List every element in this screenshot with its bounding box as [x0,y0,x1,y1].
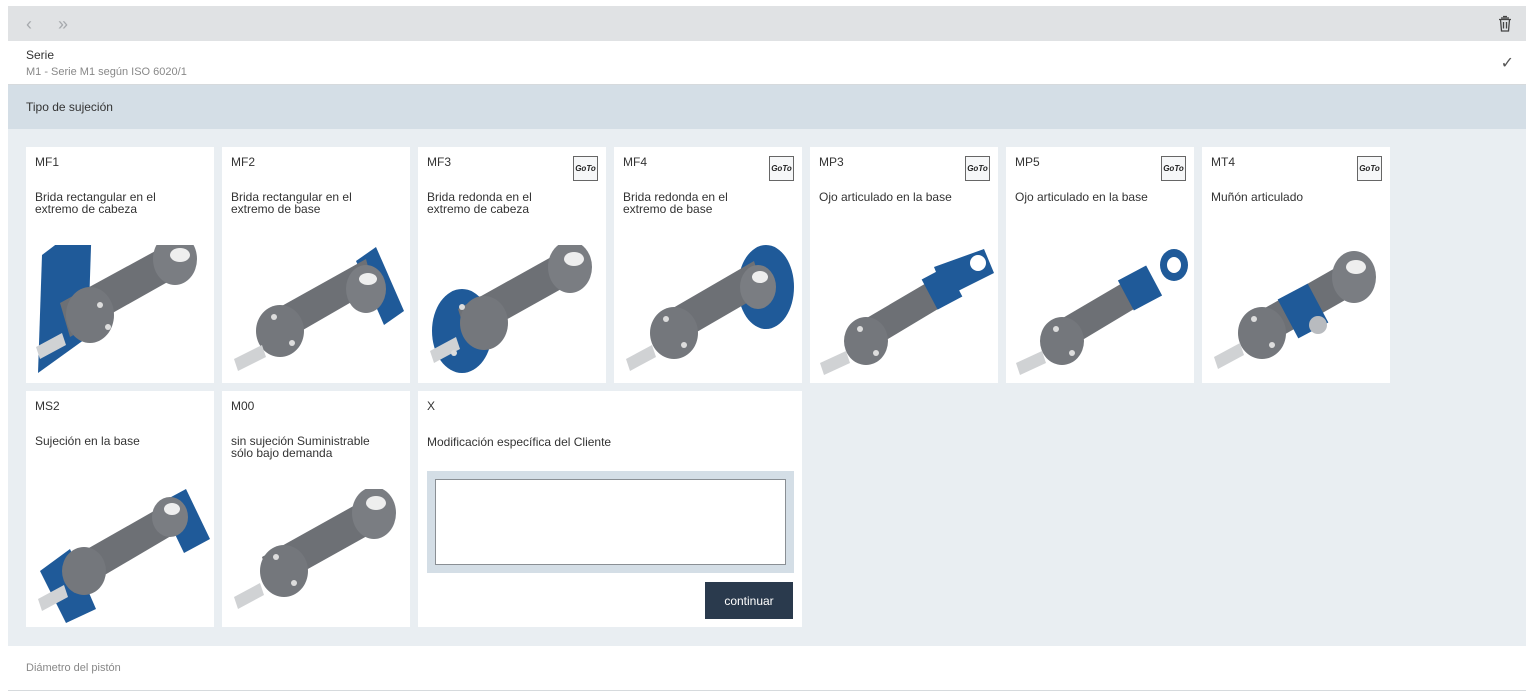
option-card-mf1[interactable]: MF1 Brida rectangular en el extremo de c… [26,147,214,383]
option-card-mf3[interactable]: MF3 GoTo Brida redonda en el extremo de … [418,147,606,383]
toolbar: ‹ » [8,6,1526,41]
option-description: Brida redonda en el extremo de cabeza [427,190,532,216]
serie-value: M1 - Serie M1 según ISO 6020/1 [26,65,187,78]
option-description: sin sujeción Suministrable sólo bajo dem… [231,434,370,460]
option-code: MF3 [427,155,451,169]
option-card-mf4[interactable]: MF4 GoTo Brida redonda en el extremo de … [614,147,802,383]
cylinder-image [430,245,592,373]
double-chevron-right-icon[interactable]: » [58,15,68,33]
textarea-frame [427,471,794,573]
option-card-mt4[interactable]: MT4 GoTo Muñón articulado [1202,147,1390,383]
goto-icon[interactable]: GoTo [573,156,598,181]
custom-modification-textarea[interactable] [435,479,786,565]
option-description: Brida redonda en el extremo de base [623,190,728,216]
option-description: Ojo articulado en la base [819,190,952,204]
option-code: X [427,399,436,413]
cylinder-image [820,249,994,375]
goto-icon[interactable]: GoTo [965,156,990,181]
trash-icon[interactable] [1496,15,1514,33]
option-code: MT4 [1211,155,1235,169]
custom-modification-card: X Modificación específica del Cliente co… [418,391,802,627]
cylinder-image [234,247,404,371]
cylinder-image [36,245,197,373]
cylinder-image [1016,249,1188,375]
option-code: M00 [231,399,255,413]
option-description: Ojo articulado en la base [1015,190,1148,204]
chevron-left-icon[interactable]: ‹ [26,15,32,33]
option-description: Brida rectangular en el extremo de base [231,190,352,216]
option-code: MP3 [819,155,844,169]
option-description: Modificación específica del Cliente [427,435,612,449]
option-card-mf2[interactable]: MF2 Brida rectangular en el extremo de b… [222,147,410,383]
serie-text: Serie M1 - Serie M1 según ISO 6020/1 [26,48,1501,78]
section-title: Tipo de sujeción [8,85,1526,129]
continue-button[interactable]: continuar [705,582,793,619]
option-code: MF4 [623,155,647,169]
serie-row[interactable]: Serie M1 - Serie M1 según ISO 6020/1 ✓ [8,41,1526,85]
option-code: MF1 [35,155,59,169]
check-icon: ✓ [1500,54,1514,72]
goto-icon[interactable]: GoTo [1357,156,1382,181]
option-card-mp5[interactable]: MP5 GoTo Ojo articulado en la base [1006,147,1194,383]
option-code: MF2 [231,155,255,169]
cylinder-image [234,489,396,609]
option-card-ms2[interactable]: MS2 Sujeción en la base [26,391,214,627]
cylinder-image [626,245,794,371]
configurator-panel: ‹ » Serie M1 - Serie M1 según ISO 6020/1… [8,6,1526,692]
goto-icon[interactable]: GoTo [1161,156,1186,181]
option-description: Muñón articulado [1211,190,1304,204]
option-description: Sujeción en la base [35,434,140,448]
goto-icon[interactable]: GoTo [769,156,794,181]
option-card-m00[interactable]: M00 sin sujeción Suministrable sólo bajo… [222,391,410,627]
option-code: MP5 [1015,155,1040,169]
cylinder-image [1214,251,1376,369]
option-code: MS2 [35,399,60,413]
mounting-type-grid: MF1 Brida rectangular en el extremo de c… [8,129,1526,646]
serie-label: Serie [26,47,55,62]
cylinder-image [38,489,210,623]
option-description: Brida rectangular en el extremo de cabez… [35,190,156,216]
option-card-mp3[interactable]: MP3 GoTo Ojo articulado en la base [810,147,998,383]
piston-diameter-row[interactable]: Diámetro del pistón [8,646,1526,691]
